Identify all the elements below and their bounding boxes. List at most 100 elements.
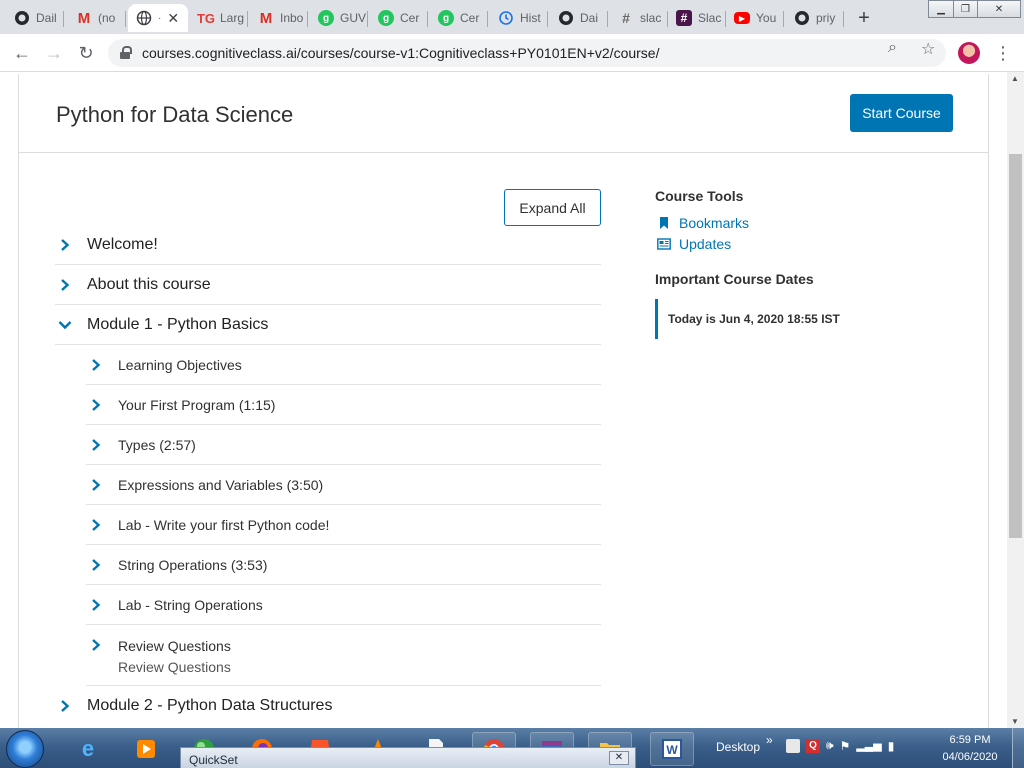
subsection-row[interactable]: Lab - String Operations — [86, 585, 601, 625]
scroll-thumb[interactable] — [1009, 154, 1022, 538]
new-tab-icon[interactable]: + — [852, 6, 876, 30]
network-signal-icon[interactable]: ▂▃▅ — [856, 739, 881, 752]
bookmarks-link[interactable]: Bookmarks — [655, 212, 955, 233]
browser-tab-active[interactable]: · ✕ — [128, 4, 188, 32]
guvi-icon: g — [438, 10, 454, 26]
url-text: courses.cognitiveclass.ai/courses/course… — [142, 45, 660, 61]
scroll-down-arrow-icon[interactable]: ▼ — [1011, 717, 1019, 726]
reload-icon[interactable]: ↻ — [74, 41, 98, 65]
zoom-icon[interactable]: ⌕ — [888, 39, 897, 57]
youtube-icon: ▶ — [734, 12, 750, 24]
close-window-icon[interactable]: ✕ — [977, 0, 1021, 18]
subsection-label: Expressions and Variables (3:50) — [118, 476, 324, 493]
browser-tab[interactable]: g GUV — [310, 4, 368, 32]
browser-tab[interactable]: Hist — [490, 4, 548, 32]
tab-label: Dai — [580, 11, 599, 25]
tab-label: Cer — [460, 11, 480, 25]
subsection-label-group: Review Questions Review Questions — [118, 636, 231, 678]
chevron-right-icon — [61, 700, 70, 712]
forward-arrow-icon[interactable]: → — [42, 41, 66, 65]
tab-label: Inbo — [280, 11, 304, 25]
flag-icon[interactable]: ⚑ — [840, 739, 851, 753]
chevron-right-double-icon[interactable]: » — [766, 733, 773, 747]
updates-label: Updates — [679, 235, 732, 252]
minimize-icon[interactable]: ▁ — [928, 0, 954, 18]
back-arrow-icon[interactable]: ← — [10, 41, 34, 65]
chevron-right-icon — [61, 239, 70, 251]
browser-tab[interactable]: # slac — [610, 4, 668, 32]
slack-icon: # — [676, 10, 692, 26]
tab-label: You — [756, 11, 777, 25]
browser-tab[interactable]: M (no — [68, 4, 126, 32]
gmail-icon: M — [77, 9, 91, 27]
chevron-right-icon — [92, 479, 101, 491]
subsection-row[interactable]: Your First Program (1:15) — [86, 385, 601, 425]
expand-all-button[interactable]: Expand All — [504, 189, 601, 226]
course-outline: Welcome! About this course Module 1 - Py… — [55, 225, 601, 726]
browser-tab[interactable]: ▶ You — [726, 4, 784, 32]
section-label: Welcome! — [87, 235, 158, 253]
qwiklabs-icon[interactable]: Q — [806, 738, 820, 753]
subsection-row[interactable]: Learning Objectives — [86, 345, 601, 385]
subsection-row[interactable]: Review Questions Review Questions — [86, 625, 601, 686]
system-clock[interactable]: 6:59 PM 04/06/2020 — [930, 732, 1010, 766]
chevron-right-icon — [92, 439, 101, 451]
start-course-button[interactable]: Start Course — [850, 94, 953, 132]
section-row[interactable]: Welcome! — [55, 225, 601, 265]
svg-text:W: W — [666, 743, 678, 757]
github-icon — [14, 10, 30, 26]
quickset-tray-icon[interactable] — [786, 738, 800, 753]
browser-tab[interactable]: TG Larg — [190, 4, 248, 32]
close-tab-icon[interactable]: ✕ — [167, 10, 179, 27]
browser-tab[interactable]: M Inbo — [250, 4, 308, 32]
bookmark-star-icon[interactable]: ☆ — [921, 39, 935, 59]
page-scrollbar[interactable]: ▲ ▼ — [1007, 72, 1024, 728]
updates-link[interactable]: Updates — [655, 233, 955, 254]
media-player-icon[interactable] — [124, 732, 168, 766]
section-row[interactable]: About this course — [55, 265, 601, 305]
subsection-row[interactable]: Lab - Write your first Python code! — [86, 505, 601, 545]
windows-start-icon[interactable] — [6, 730, 44, 768]
restore-icon[interactable]: ❐ — [953, 0, 978, 18]
browser-tab[interactable]: priy — [786, 4, 844, 32]
chevron-right-icon — [92, 639, 101, 651]
chevron-right-icon — [92, 599, 101, 611]
browser-tab[interactable]: g Cer — [430, 4, 488, 32]
tab-label: Cer — [400, 11, 420, 25]
bookmark-icon — [660, 216, 668, 229]
subsection-row[interactable]: Types (2:57) — [86, 425, 601, 465]
subsection-label: Lab - Write your first Python code! — [118, 516, 330, 533]
desktop-toolbar-label[interactable]: Desktop — [716, 740, 760, 754]
section-row[interactable]: Module 2 - Python Data Structures — [55, 686, 601, 726]
internet-explorer-icon[interactable]: e — [66, 732, 110, 766]
course-title: Python for Data Science — [56, 102, 294, 127]
browser-tab[interactable]: g Cer — [370, 4, 428, 32]
page-viewport: Python for Data Science Start Course Exp… — [0, 72, 1024, 728]
chevron-right-icon — [92, 559, 101, 571]
battery-icon[interactable]: ▮ — [888, 739, 895, 753]
subsection-row[interactable]: Expressions and Variables (3:50) — [86, 465, 601, 505]
browser-tab[interactable]: Dail — [6, 4, 64, 32]
section-row-expanded[interactable]: Module 1 - Python Basics — [55, 305, 601, 345]
quickset-title: QuickSet — [189, 753, 238, 767]
scroll-up-arrow-icon[interactable]: ▲ — [1011, 74, 1019, 83]
gmail-icon: M — [259, 9, 273, 27]
chevron-right-icon — [61, 279, 70, 291]
quickset-window[interactable]: QuickSet ✕ — [180, 747, 636, 768]
tab-label: Hist — [520, 11, 541, 25]
address-bar[interactable]: courses.cognitiveclass.ai/courses/course… — [108, 39, 946, 67]
tab-label: GUV — [340, 11, 367, 25]
subsection-row[interactable]: String Operations (3:53) — [86, 545, 601, 585]
profile-avatar[interactable] — [958, 42, 980, 64]
browser-tab[interactable]: # Slac — [668, 4, 726, 32]
clock-time: 6:59 PM — [949, 734, 991, 746]
word-icon[interactable]: W — [650, 732, 694, 766]
menu-dots-icon[interactable]: ⋮ — [994, 42, 1012, 64]
tg-icon: TG — [196, 10, 216, 26]
show-desktop-button[interactable] — [1012, 728, 1024, 768]
browser-tab[interactable]: Dai — [550, 4, 608, 32]
course-tools-panel: Course Tools Bookmarks Updates Important… — [655, 188, 955, 339]
close-icon[interactable]: ✕ — [609, 751, 629, 765]
volume-icon[interactable]: 🕪 — [826, 738, 834, 753]
globe-icon — [136, 10, 152, 26]
